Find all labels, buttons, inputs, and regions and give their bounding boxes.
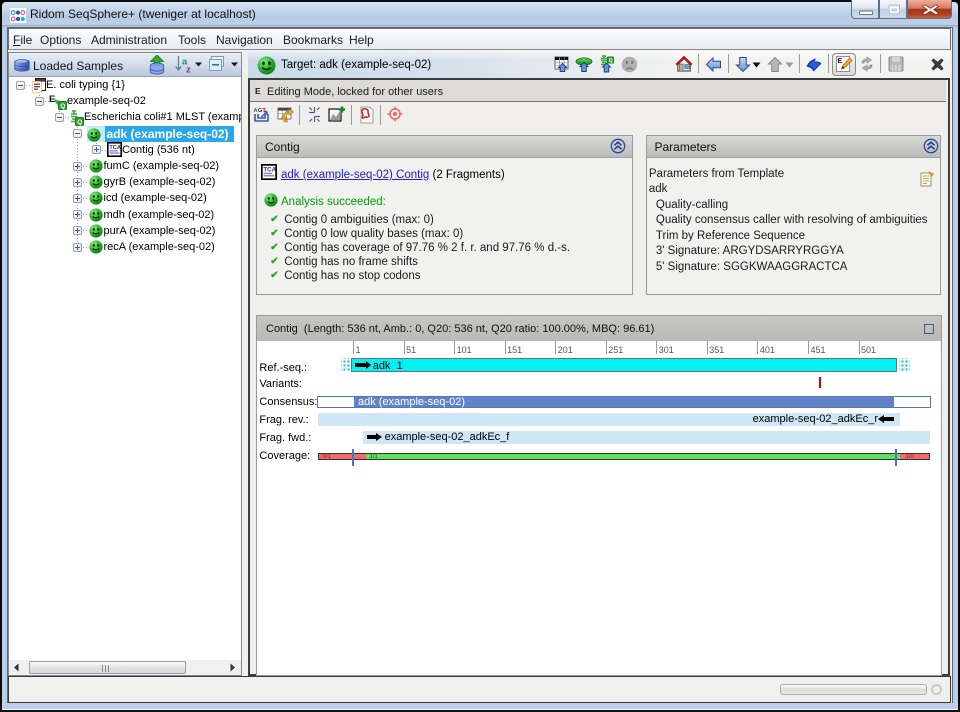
svg-text:E: E xyxy=(838,58,843,65)
svg-text:A: A xyxy=(254,108,258,114)
svg-text:TCA: TCA xyxy=(263,166,276,173)
svg-text:Q: Q xyxy=(609,58,613,64)
svg-text:TCA: TCA xyxy=(109,145,122,151)
svg-text:Q: Q xyxy=(77,119,82,126)
svg-text:z: z xyxy=(186,65,191,75)
svg-text:Q: Q xyxy=(60,103,65,110)
svg-text:E: E xyxy=(49,94,55,105)
